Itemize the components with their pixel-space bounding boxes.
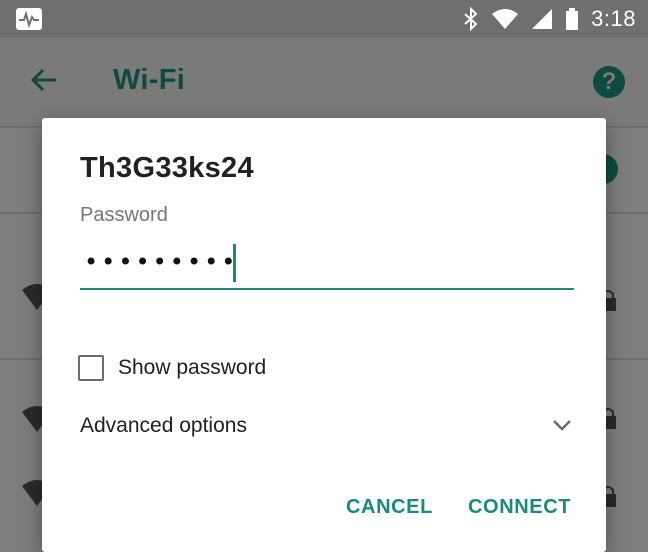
app-bar: Wi-Fi ? [0, 38, 648, 126]
page-title: Wi-Fi [113, 64, 186, 96]
show-password-row[interactable]: Show password [78, 353, 266, 383]
cell-signal-icon [532, 9, 553, 29]
help-icon[interactable]: ? [593, 66, 625, 98]
advanced-options-label: Advanced options [80, 414, 247, 437]
show-password-checkbox[interactable] [78, 355, 104, 381]
activity-icon [16, 8, 42, 30]
password-label: Password [80, 204, 168, 226]
password-field[interactable]: ••••••••• [80, 244, 574, 290]
wifi-connect-dialog: Th3G33ks24 Password ••••••••• Show passw… [42, 118, 606, 552]
cancel-button[interactable]: CANCEL [342, 490, 437, 525]
battery-icon [566, 8, 579, 30]
help-glyph: ? [601, 68, 617, 95]
bluetooth-icon [464, 7, 478, 31]
show-password-label: Show password [118, 356, 267, 379]
status-bar: 3:18 [0, 0, 648, 38]
arrow-back-icon[interactable] [30, 66, 58, 94]
advanced-options-row[interactable]: Advanced options [80, 412, 574, 442]
status-time: 3:18 [591, 6, 636, 31]
wifi-signal-icon [492, 9, 519, 29]
password-value: ••••••••• [84, 248, 239, 276]
text-cursor [233, 244, 236, 282]
chevron-down-icon [553, 420, 571, 431]
network-name: Th3G33ks24 [80, 152, 254, 184]
connect-button[interactable]: CONNECT [464, 490, 575, 525]
